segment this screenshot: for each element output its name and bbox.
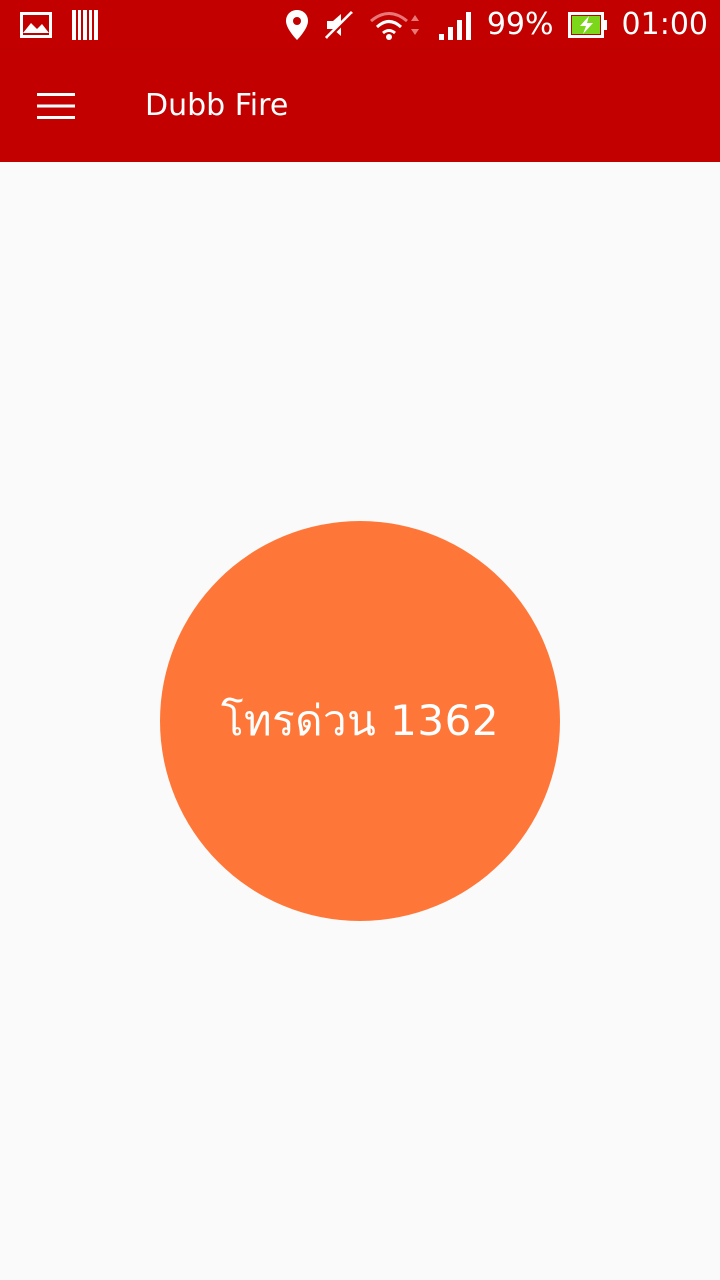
status-bar: 99% 01:00 xyxy=(0,0,720,50)
location-icon xyxy=(285,9,309,41)
battery-charging-icon xyxy=(567,12,608,38)
app-title: Dubb Fire xyxy=(145,88,289,123)
gallery-icon xyxy=(20,12,52,38)
wifi-icon xyxy=(369,9,425,41)
emergency-call-button[interactable]: โทรด่วน 1362 xyxy=(160,521,560,921)
app-bar: Dubb Fire xyxy=(0,50,720,162)
battery-percent: 99% xyxy=(486,7,554,42)
signal-icon xyxy=(438,10,473,40)
mute-icon xyxy=(323,9,355,41)
menu-button[interactable] xyxy=(28,80,84,132)
barcode-icon xyxy=(72,10,98,40)
status-clock: 01:00 xyxy=(621,7,708,42)
status-bar-right: 99% 01:00 xyxy=(285,6,708,44)
status-bar-left xyxy=(20,10,98,40)
emergency-call-label: โทรด่วน 1362 xyxy=(220,696,500,745)
hamburger-menu-icon xyxy=(37,92,75,120)
